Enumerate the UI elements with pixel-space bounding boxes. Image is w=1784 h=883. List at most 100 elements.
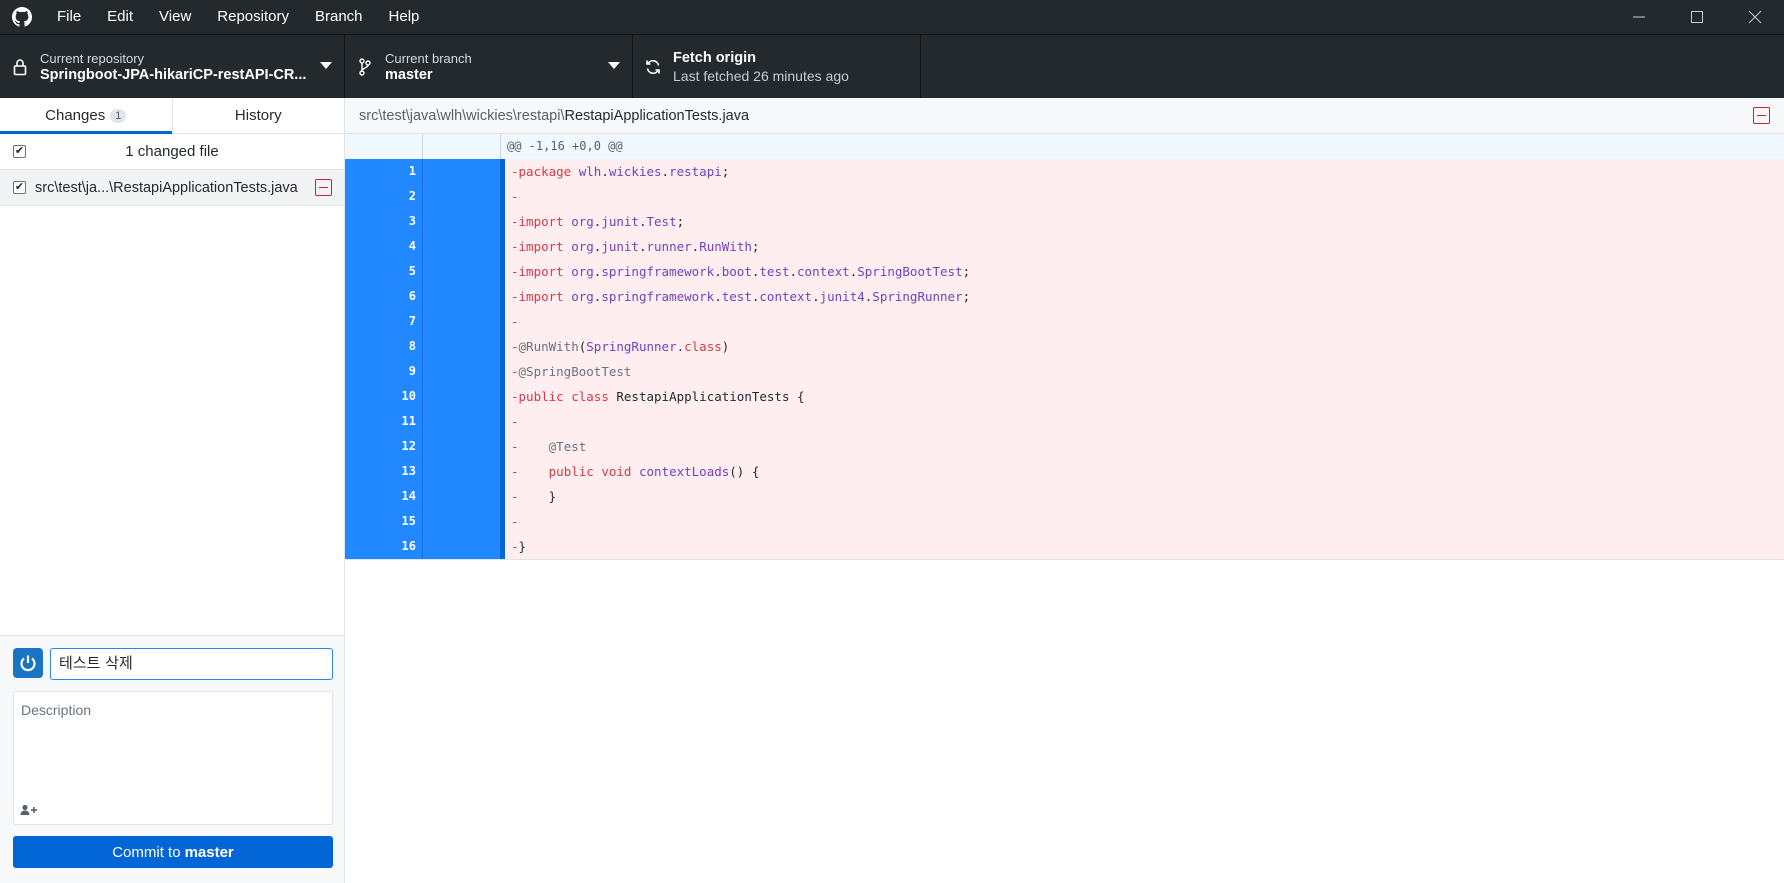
line-number: 16: [345, 534, 423, 559]
diff-lines: 1 -package wlh.wickies.restapi; 2-3 -import…: [345, 159, 1784, 559]
line-number: 9: [345, 359, 423, 384]
sidebar-tabs: Changes 1 History: [0, 98, 344, 134]
code-text: -@RunWith(SpringRunner.class): [511, 339, 730, 354]
line-number-new: [423, 459, 500, 484]
diff-path-directory: src\test\java\wlh\wickies\restapi\: [359, 107, 565, 124]
line-number-new: [423, 534, 500, 559]
changes-count-badge: 1: [110, 108, 127, 123]
diff-line[interactable]: 16 -}: [345, 534, 1784, 559]
line-number: 14: [345, 484, 423, 509]
code-text: -: [511, 314, 519, 329]
line-number-new: [423, 484, 500, 509]
code-text: -: [511, 189, 519, 204]
diff-line[interactable]: 5 -import org.springframework.boot.test.c…: [345, 259, 1784, 284]
menu-edit[interactable]: Edit: [94, 0, 146, 34]
menu-file[interactable]: File: [44, 0, 94, 34]
code-text: - @Test: [511, 439, 587, 454]
line-number: 5: [345, 259, 423, 284]
menu-branch[interactable]: Branch: [302, 0, 376, 34]
code-text: - public void contextLoads() {: [511, 464, 760, 479]
line-number-new: [423, 384, 500, 409]
avatar: [13, 648, 43, 678]
diff-line[interactable]: 1 -package wlh.wickies.restapi;: [345, 159, 1784, 184]
line-number: 15: [345, 509, 423, 534]
diff-line[interactable]: 11 -: [345, 409, 1784, 434]
line-number-new: [423, 234, 500, 259]
code-text: -@SpringBootTest: [511, 364, 632, 379]
code-text: -import org.springframework.test.context…: [511, 289, 971, 304]
code-text: -}: [511, 539, 527, 554]
menu-repository[interactable]: Repository: [204, 0, 302, 34]
commit-summary-input[interactable]: 테스트 삭제: [50, 648, 333, 680]
minimize-icon[interactable]: [1610, 0, 1668, 34]
diff-line[interactable]: 3 -import org.junit.Test;: [345, 209, 1784, 234]
line-number: 6: [345, 284, 423, 309]
tab-history[interactable]: History: [173, 98, 345, 133]
line-number-new: [423, 259, 500, 284]
file-path: src\test\ja...\RestapiApplicationTests.j…: [35, 179, 298, 196]
repo-label: Current repository: [40, 50, 145, 66]
diff-line[interactable]: 14 - }: [345, 484, 1784, 509]
diff-line[interactable]: 6 -import org.springframework.test.contex…: [345, 284, 1784, 309]
deleted-file-icon: [1753, 107, 1770, 124]
commit-button[interactable]: Commit to master: [13, 836, 333, 868]
diff-file-header: src\test\java\wlh\wickies\restapi\ Restap…: [345, 98, 1784, 134]
line-number-new: [423, 434, 500, 459]
changed-file-count: 1 changed file: [125, 143, 219, 160]
line-number: 12: [345, 434, 423, 459]
diff-line[interactable]: 2-: [345, 184, 1784, 209]
line-number: 7: [345, 309, 423, 334]
hunk-header[interactable]: @@ -1,16 +0,0 @@: [345, 134, 1784, 159]
code-text: - }: [511, 489, 557, 504]
menu-help[interactable]: Help: [376, 0, 433, 34]
github-logo-icon: [0, 0, 44, 34]
current-repository-button[interactable]: Current repository Springboot-JPA-hikari…: [0, 35, 345, 98]
diff-line[interactable]: 13 - public void contextLoads() {: [345, 459, 1784, 484]
menu-view[interactable]: View: [146, 0, 204, 34]
diff-view: src\test\java\wlh\wickies\restapi\ Restap…: [345, 98, 1784, 883]
line-number: 11: [345, 409, 423, 434]
diff-line[interactable]: 4 -import org.junit.runner.RunWith;: [345, 234, 1784, 259]
fetch-origin-button[interactable]: Fetch origin Last fetched 26 minutes ago: [633, 35, 921, 98]
sidebar: Changes 1 History ✔ 1 changed file ✔ src…: [0, 98, 345, 883]
deleted-file-icon: [315, 179, 332, 196]
tab-changes[interactable]: Changes 1: [0, 98, 173, 134]
fetch-label: Fetch origin: [673, 50, 756, 66]
file-checkbox[interactable]: ✔: [13, 181, 26, 194]
diff-line[interactable]: 12 - @Test: [345, 434, 1784, 459]
diff-path-filename: RestapiApplicationTests.java: [564, 107, 750, 124]
diff-line[interactable]: 9 -@SpringBootTest: [345, 359, 1784, 384]
commit-description-field[interactable]: Description: [13, 691, 333, 825]
window-controls: [1610, 0, 1784, 34]
commit-panel: 테스트 삭제 Description Commit to master: [0, 635, 344, 883]
last-fetched-text: Last fetched 26 minutes ago: [673, 68, 849, 84]
lock-icon: [0, 58, 40, 76]
line-number-new: [423, 359, 500, 384]
hunk-gutter-new: [423, 134, 501, 159]
description-placeholder: Description: [21, 702, 92, 718]
changed-file-row[interactable]: ✔ src\test\ja...\RestapiApplicationTests…: [0, 170, 344, 206]
line-number-new: [423, 159, 500, 184]
select-all-checkbox[interactable]: ✔: [13, 145, 26, 158]
add-coauthor-icon[interactable]: [20, 804, 38, 816]
branch-name: master: [385, 66, 433, 83]
diff-line[interactable]: 7-: [345, 309, 1784, 334]
diff-line[interactable]: 15 -: [345, 509, 1784, 534]
line-number: 1: [345, 159, 423, 184]
repo-name: Springboot-JPA-hikariCP-restAPI-CR...: [40, 66, 307, 83]
title-bar: File Edit View Repository Branch Help: [0, 0, 1784, 34]
sync-icon: [633, 59, 673, 75]
line-number-new: [423, 209, 500, 234]
diff-line[interactable]: 8 -@RunWith(SpringRunner.class): [345, 334, 1784, 359]
line-number: 3: [345, 209, 423, 234]
code-text: -: [511, 514, 519, 529]
current-branch-button[interactable]: Current branch master: [345, 35, 633, 98]
close-icon[interactable]: [1726, 0, 1784, 34]
commit-button-branch: master: [184, 843, 234, 861]
line-number-new: [423, 409, 500, 434]
maximize-icon[interactable]: [1668, 0, 1726, 34]
diff-line[interactable]: 10 -public class RestapiApplicationTests …: [345, 384, 1784, 409]
line-number: 8: [345, 334, 423, 359]
repo-dropdown-caret-icon: [320, 62, 332, 69]
code-text: -public class RestapiApplicationTests {: [511, 389, 805, 404]
